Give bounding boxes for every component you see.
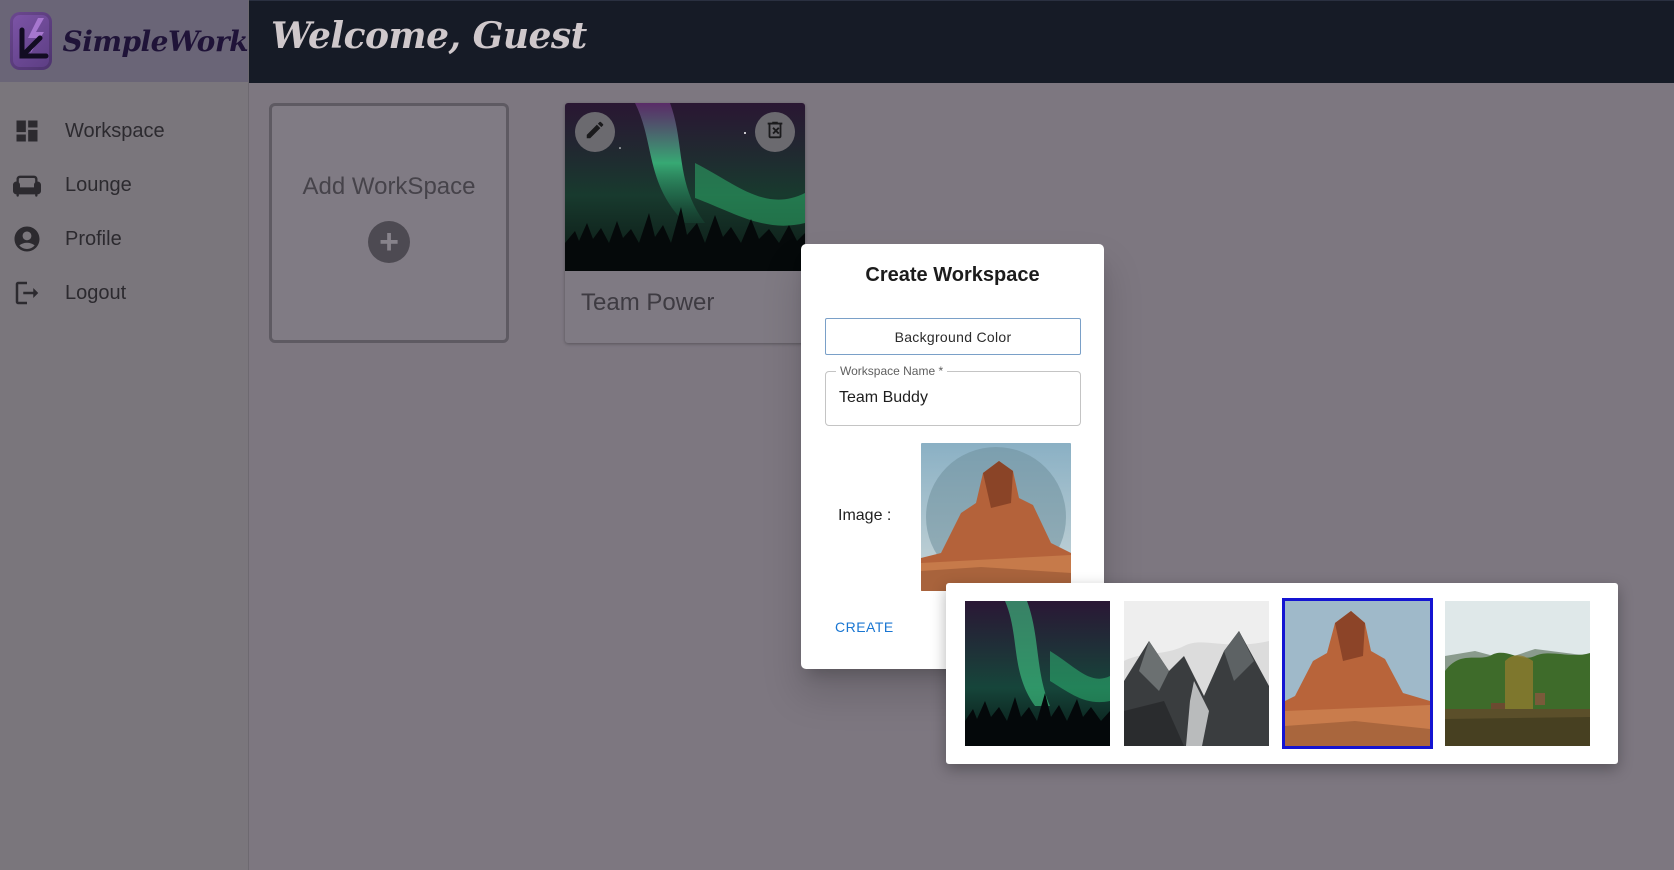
selected-image-preview[interactable] [921, 443, 1071, 591]
workspace-name-input[interactable]: Team Buddy [839, 389, 928, 407]
workspace-card[interactable]: Team Power [565, 103, 805, 343]
add-workspace-label: Add WorkSpace [302, 173, 476, 200]
sidebar-nav: Workspace Lounge Profile Logout [0, 104, 248, 320]
dashboard-icon [10, 114, 44, 148]
delete-workspace-button[interactable] [755, 112, 795, 152]
create-button[interactable]: CREATE [835, 619, 894, 635]
sidebar: SimpleWork Workspace Lounge Profile Logo… [0, 0, 249, 870]
page-title: Welcome, Guest [271, 15, 587, 57]
add-circle-icon: + [368, 221, 410, 263]
app-header: Welcome, Guest [249, 0, 1674, 83]
workspace-name-label: Workspace Name * [836, 364, 948, 378]
workspace-name-field[interactable]: Workspace Name * Team Buddy [825, 364, 1081, 426]
brand-name: SimpleWork [62, 24, 248, 58]
workspace-card-name: Team Power [581, 289, 715, 316]
app-logo-icon [10, 12, 53, 70]
image-label: Image : [838, 507, 892, 524]
dialog-title: Create Workspace [865, 264, 1040, 286]
edit-workspace-button[interactable] [575, 112, 615, 152]
background-color-button[interactable]: Background Color [825, 318, 1081, 355]
couch-icon [10, 168, 44, 202]
sidebar-item-label: Logout [65, 281, 127, 304]
image-option-misty-mountains[interactable] [1124, 601, 1269, 746]
sidebar-item-label: Profile [65, 227, 122, 250]
brand[interactable]: SimpleWork [0, 0, 248, 82]
image-option-forest-lake[interactable] [1445, 601, 1590, 746]
sidebar-item-label: Lounge [65, 173, 132, 196]
image-option-aurora[interactable] [965, 601, 1110, 746]
image-option-desert-rock[interactable] [1282, 598, 1433, 749]
sidebar-item-logout[interactable]: Logout [0, 266, 248, 320]
sidebar-item-lounge[interactable]: Lounge [0, 158, 248, 212]
app-root: SimpleWork Workspace Lounge Profile Logo… [0, 0, 1674, 870]
sidebar-item-profile[interactable]: Profile [0, 212, 248, 266]
image-picker [946, 583, 1618, 764]
sidebar-item-label: Workspace [65, 119, 165, 142]
sidebar-item-workspace[interactable]: Workspace [0, 104, 248, 158]
delete-icon [764, 119, 786, 146]
logout-icon [10, 276, 44, 310]
add-workspace-card[interactable]: Add WorkSpace + [269, 103, 509, 343]
account-circle-icon [10, 222, 44, 256]
edit-icon [584, 119, 606, 146]
